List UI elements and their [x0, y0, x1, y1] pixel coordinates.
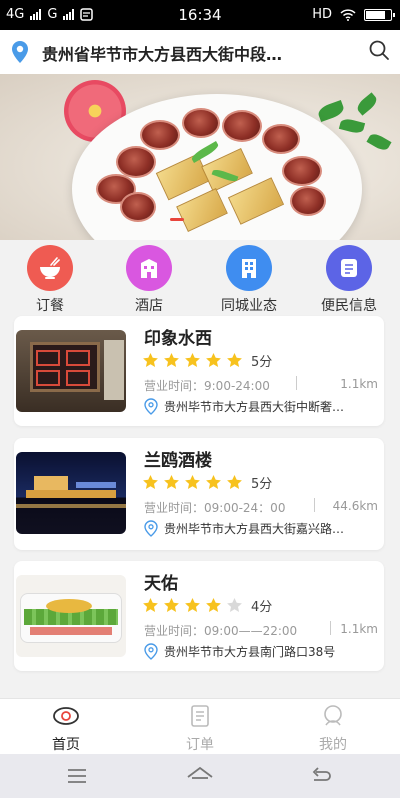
star-filled-icon — [185, 475, 200, 489]
star-filled-icon — [164, 475, 179, 489]
distance: 44.6km — [332, 499, 378, 513]
distance: 1.1km — [340, 622, 378, 636]
location-header: 贵州省毕节市大方县西大街中段… — [0, 30, 400, 74]
restaurant-address: 贵州毕节市大方县西大街中断奢… — [144, 398, 376, 415]
location-pin-icon — [144, 643, 158, 660]
star-filled-icon — [206, 598, 221, 612]
tab-label: 首页 — [52, 737, 80, 753]
restaurant-thumbnail — [16, 575, 126, 657]
star-filled-icon — [206, 353, 221, 367]
star-empty-icon — [227, 598, 242, 612]
category-local-business[interactable]: 同城业态 — [204, 245, 294, 315]
location-pin-icon — [144, 398, 158, 415]
address-text: 贵州毕节市大方县西大街嘉兴路… — [164, 522, 345, 536]
category-label: 酒店 — [135, 298, 163, 314]
restaurant-thumbnail — [16, 452, 126, 534]
restaurant-name: 天佑 — [144, 574, 178, 594]
banner-indicator — [170, 218, 184, 221]
restaurant-card[interactable]: 天佑 4分 营业时间：09:00——22:00 1.1km 贵州毕节市大方县南门… — [14, 561, 384, 671]
restaurant-name: 印象水西 — [144, 329, 212, 349]
document-icon — [191, 705, 209, 727]
tab-label: 订单 — [186, 737, 214, 753]
distance: 1.1km — [340, 377, 378, 391]
divider — [296, 376, 297, 390]
current-address[interactable]: 贵州省毕节市大方县西大街中段… — [42, 41, 342, 65]
category-order-food[interactable]: 订餐 — [5, 245, 95, 315]
bottom-tab-bar: 首页 订单 我的 — [0, 698, 400, 754]
tab-label: 我的 — [319, 737, 347, 753]
category-label: 同城业态 — [221, 298, 277, 314]
restaurant-name: 兰鸥酒楼 — [144, 451, 212, 471]
menu-icon[interactable] — [66, 766, 88, 786]
battery-icon — [364, 8, 395, 21]
star-filled-icon — [227, 353, 242, 367]
tab-orders[interactable]: 订单 — [160, 704, 240, 754]
category-hotel[interactable]: 酒店 — [104, 245, 194, 315]
hotel-icon — [126, 245, 172, 291]
star-filled-icon — [164, 598, 179, 612]
restaurant-address: 贵州毕节市大方县南门路口38号 — [144, 643, 376, 660]
rating-score: 5分 — [251, 355, 273, 370]
restaurant-card[interactable]: 印象水西 5分 营业时间：9:00-24:00 1.1km 贵州毕节市大方县西大… — [14, 316, 384, 426]
star-filled-icon — [185, 598, 200, 612]
address-text: 贵州毕节市大方县南门路口38号 — [164, 645, 336, 659]
category-label: 便民信息 — [321, 298, 377, 314]
star-filled-icon — [164, 353, 179, 367]
tab-home[interactable]: 首页 — [26, 704, 106, 754]
back-icon[interactable] — [310, 766, 332, 786]
hd-indicator: HD — [312, 7, 332, 22]
category-convenience-info[interactable]: 便民信息 — [304, 245, 394, 315]
search-icon[interactable] — [368, 39, 390, 61]
rating-score: 4分 — [251, 600, 273, 615]
rating-stars: 5分 — [142, 351, 272, 370]
star-filled-icon — [143, 598, 158, 612]
category-label: 订餐 — [36, 298, 64, 314]
rating-stars: 4分 — [142, 596, 272, 615]
food-bowl-icon — [27, 245, 73, 291]
star-filled-icon — [143, 353, 158, 367]
tab-profile[interactable]: 我的 — [293, 704, 373, 754]
eye-icon — [53, 707, 79, 725]
divider — [314, 498, 315, 512]
building-icon — [226, 245, 272, 291]
business-hours: 营业时间：9:00-24:00 — [144, 379, 270, 393]
location-pin-icon — [144, 520, 158, 537]
restaurant-address: 贵州毕节市大方县西大街嘉兴路… — [144, 520, 376, 537]
business-hours: 营业时间：09:00-24：00 — [144, 501, 286, 515]
wifi-icon — [340, 8, 356, 21]
location-pin-icon[interactable] — [10, 40, 30, 64]
star-filled-icon — [206, 475, 221, 489]
category-grid: 订餐 酒店 同城业态 便民信息 — [0, 240, 400, 316]
star-filled-icon — [143, 475, 158, 489]
system-nav-bar — [0, 754, 400, 798]
business-hours: 营业时间：09:00——22:00 — [144, 624, 298, 638]
person-icon — [324, 705, 342, 726]
restaurant-card[interactable]: 兰鸥酒楼 5分 营业时间：09:00-24：00 44.6km 贵州毕节市大方县… — [14, 438, 384, 550]
star-filled-icon — [185, 353, 200, 367]
star-filled-icon — [227, 475, 242, 489]
address-text: 贵州毕节市大方县西大街中断奢… — [164, 400, 345, 414]
restaurant-thumbnail — [16, 330, 126, 412]
info-card-icon — [326, 245, 372, 291]
rating-score: 5分 — [251, 477, 273, 492]
divider — [330, 621, 331, 635]
status-bar: 4G G 16:34 HD — [0, 0, 400, 30]
home-icon[interactable] — [186, 766, 214, 786]
promo-banner[interactable] — [0, 74, 400, 240]
rating-stars: 5分 — [142, 473, 272, 492]
